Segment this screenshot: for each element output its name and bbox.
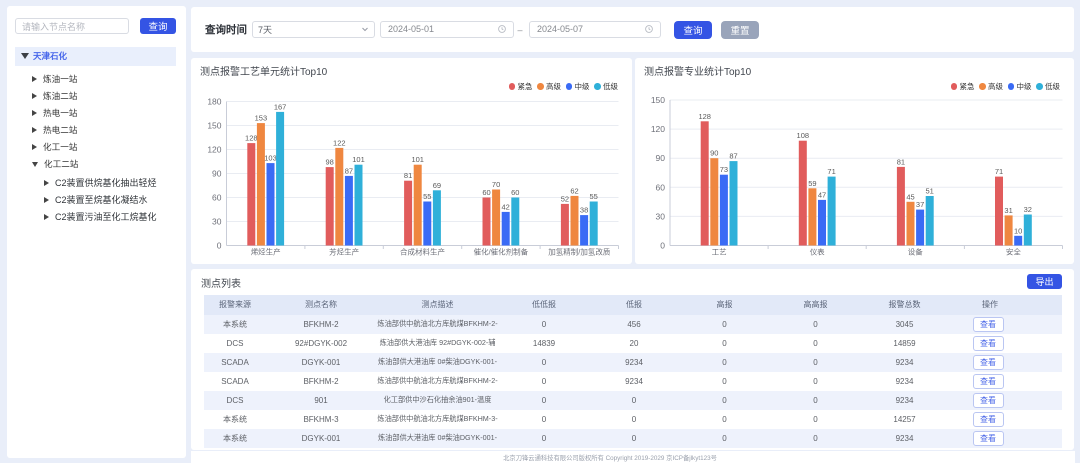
svg-text:60: 60 bbox=[212, 192, 222, 202]
svg-text:90: 90 bbox=[710, 148, 718, 157]
svg-text:0: 0 bbox=[217, 240, 222, 250]
svg-text:安全: 安全 bbox=[1006, 246, 1021, 256]
svg-text:71: 71 bbox=[827, 167, 835, 176]
svg-text:180: 180 bbox=[207, 96, 221, 106]
svg-text:70: 70 bbox=[492, 180, 500, 189]
svg-text:62: 62 bbox=[570, 186, 578, 195]
svg-text:47: 47 bbox=[818, 190, 826, 199]
svg-text:51: 51 bbox=[926, 186, 934, 195]
svg-text:122: 122 bbox=[333, 138, 346, 147]
svg-text:81: 81 bbox=[404, 171, 412, 180]
svg-text:120: 120 bbox=[207, 144, 221, 154]
svg-text:69: 69 bbox=[433, 180, 441, 189]
svg-text:55: 55 bbox=[423, 192, 431, 201]
svg-text:设备: 设备 bbox=[908, 246, 923, 256]
svg-text:0: 0 bbox=[660, 240, 665, 250]
svg-text:10: 10 bbox=[1014, 226, 1022, 235]
svg-text:30: 30 bbox=[212, 216, 222, 226]
svg-text:87: 87 bbox=[729, 151, 737, 160]
svg-text:工艺: 工艺 bbox=[712, 247, 727, 256]
svg-text:38: 38 bbox=[580, 205, 588, 214]
svg-text:73: 73 bbox=[720, 165, 728, 174]
svg-text:55: 55 bbox=[590, 192, 598, 201]
svg-text:108: 108 bbox=[797, 131, 810, 140]
svg-text:101: 101 bbox=[352, 155, 365, 164]
svg-text:仪表: 仪表 bbox=[810, 246, 825, 256]
svg-text:60: 60 bbox=[511, 188, 519, 197]
svg-text:催化/催化剂制备: 催化/催化剂制备 bbox=[474, 246, 529, 256]
svg-text:81: 81 bbox=[897, 157, 905, 166]
svg-text:45: 45 bbox=[906, 192, 914, 201]
svg-text:芳烃生产: 芳烃生产 bbox=[329, 246, 359, 256]
svg-text:128: 128 bbox=[698, 111, 711, 120]
svg-text:103: 103 bbox=[264, 153, 277, 162]
svg-text:加氢精制/加氢改质: 加氢精制/加氢改质 bbox=[548, 246, 611, 256]
svg-text:52: 52 bbox=[561, 194, 569, 203]
svg-text:31: 31 bbox=[1004, 205, 1012, 214]
svg-text:150: 150 bbox=[207, 120, 221, 130]
svg-text:128: 128 bbox=[245, 133, 258, 142]
svg-text:60: 60 bbox=[656, 182, 666, 192]
svg-text:150: 150 bbox=[651, 95, 665, 105]
svg-text:60: 60 bbox=[482, 188, 490, 197]
svg-text:120: 120 bbox=[651, 124, 665, 134]
svg-text:98: 98 bbox=[326, 157, 334, 166]
svg-text:42: 42 bbox=[502, 202, 510, 211]
svg-text:153: 153 bbox=[255, 113, 268, 122]
svg-text:101: 101 bbox=[411, 155, 424, 164]
svg-text:59: 59 bbox=[808, 178, 816, 187]
svg-text:32: 32 bbox=[1024, 205, 1032, 214]
svg-text:71: 71 bbox=[995, 167, 1003, 176]
svg-text:30: 30 bbox=[656, 211, 666, 221]
svg-text:37: 37 bbox=[916, 200, 924, 209]
svg-text:90: 90 bbox=[656, 153, 666, 163]
svg-text:90: 90 bbox=[212, 168, 222, 178]
svg-text:烯烃生产: 烯烃生产 bbox=[251, 246, 281, 256]
svg-text:167: 167 bbox=[274, 102, 287, 111]
svg-text:87: 87 bbox=[345, 166, 353, 175]
svg-text:合成材料生产: 合成材料生产 bbox=[400, 246, 445, 256]
